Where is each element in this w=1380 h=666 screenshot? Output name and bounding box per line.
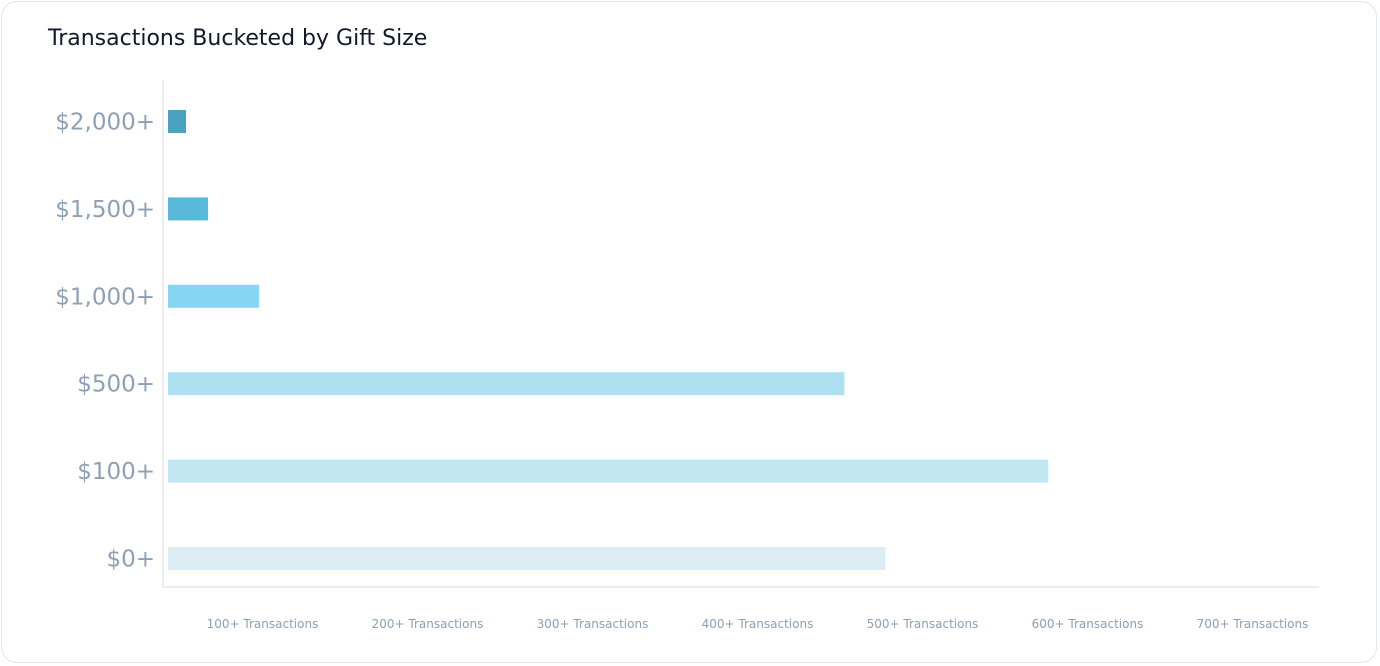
x-tick-label: 100+ Transactions (207, 617, 319, 631)
bar[interactable] (168, 459, 1049, 483)
category-label: $1,000+ (55, 284, 155, 310)
x-tick-label: 200+ Transactions (372, 617, 484, 631)
category-label: $500+ (77, 372, 155, 398)
x-tick-label: 700+ Transactions (1197, 617, 1309, 631)
x-tick-labels: 100+ Transactions 200+ Transactions 300+ T… (207, 617, 1309, 631)
category-label: $0+ (106, 547, 155, 573)
category-label: $100+ (77, 459, 155, 485)
x-tick-label: 500+ Transactions (867, 617, 979, 631)
bar[interactable] (168, 547, 886, 570)
x-tick-label: 600+ Transactions (1032, 617, 1144, 631)
bar[interactable] (168, 110, 186, 133)
bar[interactable] (168, 197, 208, 221)
bar[interactable] (168, 284, 259, 308)
category-label: $1,500+ (55, 197, 155, 223)
chart-bars (168, 110, 1049, 570)
x-tick-label: 300+ Transactions (537, 617, 649, 631)
bar[interactable] (168, 372, 845, 396)
category-label: $2,000+ (55, 110, 155, 136)
chart-axes (162, 80, 1319, 588)
category-labels: $2,000+ $1,500+ $1,000+ $500+ $100+ $0+ (55, 110, 155, 573)
x-tick-label: 400+ Transactions (702, 617, 814, 631)
bar-chart: $2,000+ $1,500+ $1,000+ $500+ $100+ $0+ 100+ … (55, 80, 1319, 631)
